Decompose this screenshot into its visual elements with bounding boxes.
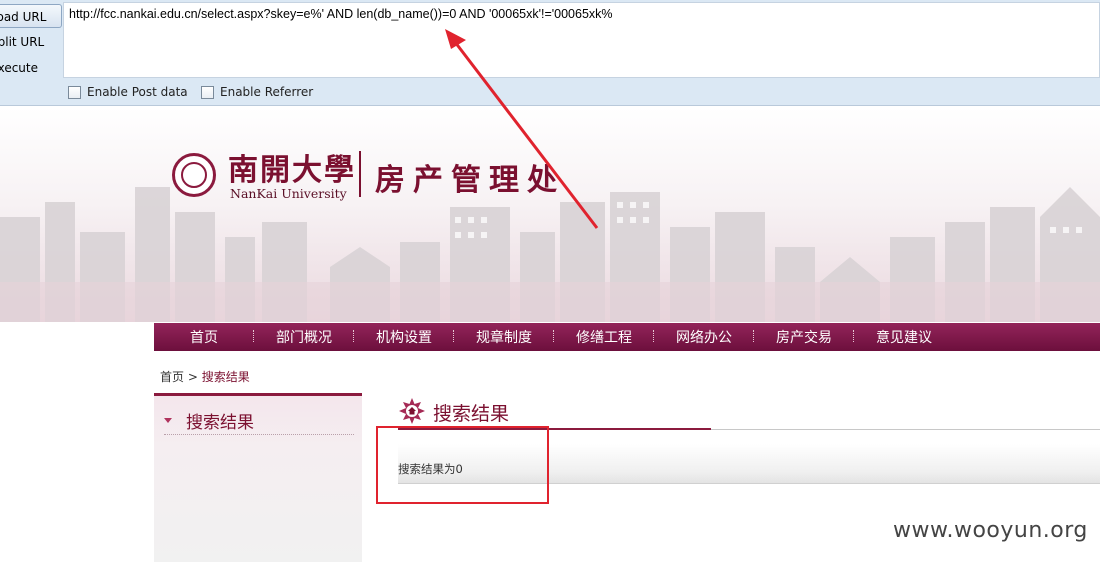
nav-item-feedback[interactable]: 意见建议 [854,327,954,347]
breadcrumb-separator: > [184,370,202,384]
enable-referrer-checkbox[interactable] [201,85,214,99]
enable-referrer-option[interactable]: Enable Referrer [201,85,313,99]
enable-post-checkbox[interactable] [68,85,81,99]
load-url-label: Load URL [0,10,47,24]
department-name: 房产管理处 [375,163,565,198]
nankai-seal-logo [172,153,216,197]
nav-item-repair[interactable]: 修缮工程 [554,327,654,347]
enable-referrer-label: Enable Referrer [220,85,314,99]
content-title: 搜索结果 [433,403,510,425]
logo-english-name: NanKai University [230,186,347,201]
sidebar-title-text: 搜索结果 [186,413,254,433]
logo-divider [359,151,361,197]
nav-item-organization[interactable]: 机构设置 [354,327,454,347]
nav-item-trade[interactable]: 房产交易 [754,327,854,347]
sidebar-title: 搜索结果 [164,408,254,433]
nav-item-home[interactable]: 首页 [154,327,254,347]
logo-chinese-name: 南開大學 [228,153,356,188]
enable-post-option[interactable]: Enable Post data [68,85,188,99]
enable-post-label: Enable Post data [87,85,188,99]
nav-item-regulations[interactable]: 规章制度 [454,327,554,347]
city-skyline-illustration [0,187,1100,322]
triangle-down-icon [164,418,172,423]
load-url-button[interactable]: Load URL [0,4,62,28]
sidebar-divider [164,434,354,435]
execute-label: Execute [0,61,38,75]
sidebar: 搜索结果 [154,393,362,562]
breadcrumb-current: 搜索结果 [201,370,250,384]
split-url-button[interactable]: Split URL [0,30,62,54]
breadcrumb-home[interactable]: 首页 [160,370,184,384]
nav-item-office[interactable]: 网络办公 [654,327,754,347]
hackbar-toolbar: Load URL Split URL Execute http://fcc.na… [0,0,1100,106]
execute-button[interactable]: Execute [0,56,62,80]
breadcrumb: 首页 > 搜索结果 [160,368,250,385]
main-nav: 首页 部门概况 机构设置 规章制度 修缮工程 网络办公 房产交易 意见建议 [154,323,1100,351]
nav-item-overview[interactable]: 部门概况 [254,327,354,347]
annotation-highlight-box [376,426,549,504]
gear-flower-icon [399,398,425,424]
url-input[interactable]: http://fcc.nankai.edu.cn/select.aspx?ske… [63,2,1100,78]
split-url-label: Split URL [0,35,45,49]
watermark-text: www.wooyun.org [893,518,1088,543]
site-banner: 南開大學 NanKai University 房产管理处 [0,107,1100,322]
